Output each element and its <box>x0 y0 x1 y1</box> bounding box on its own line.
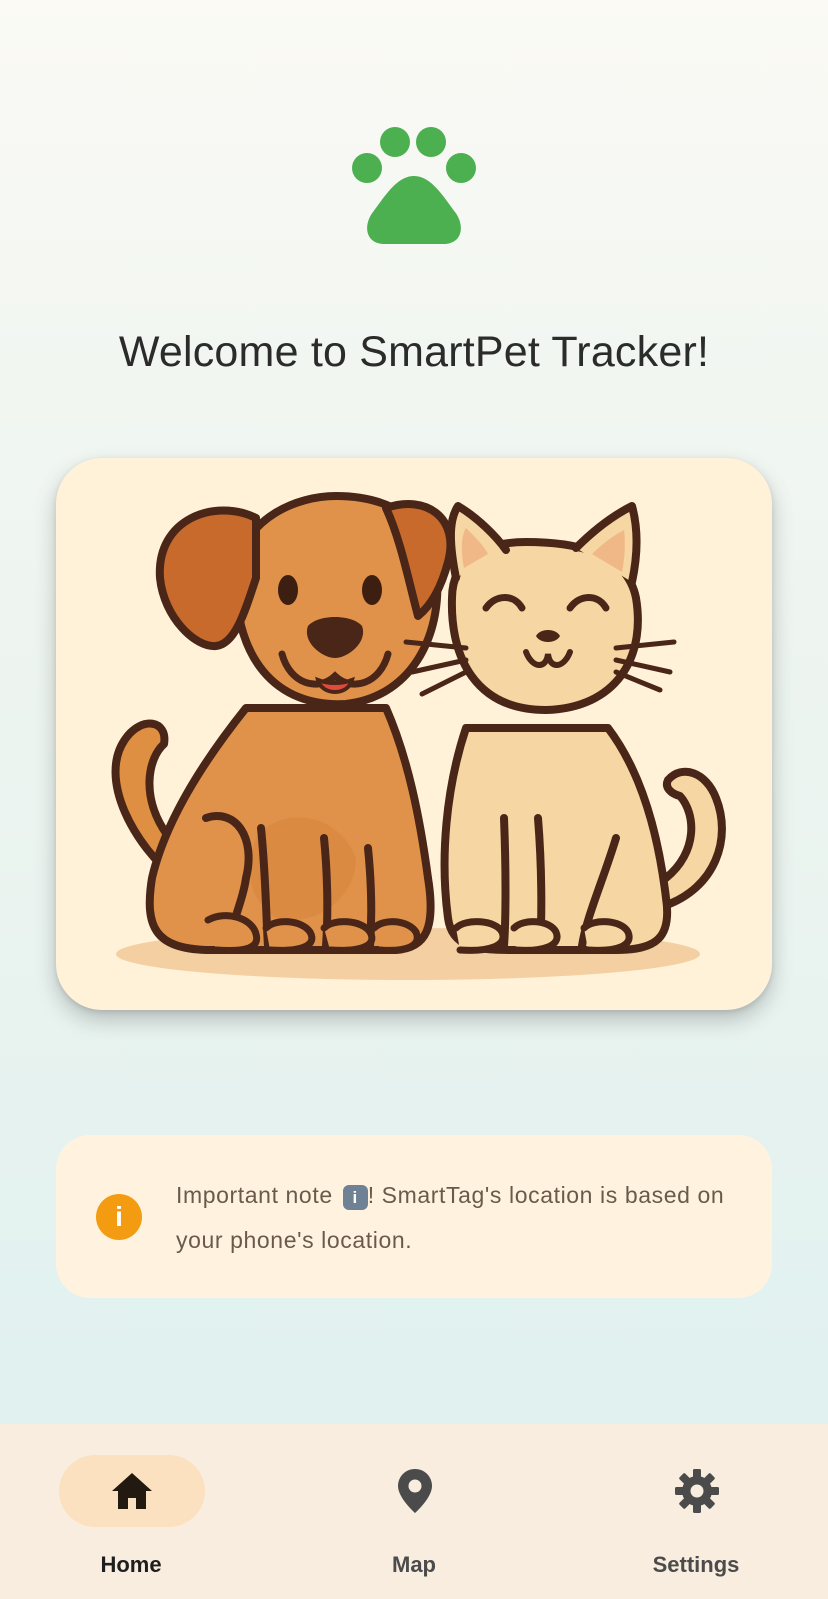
nav-label-settings: Settings <box>652 1552 740 1577</box>
nav-item-map[interactable]: Map <box>314 1424 514 1599</box>
dog-and-cat-illustration <box>111 492 726 980</box>
note-text-before: Important note <box>176 1182 340 1208</box>
info-icon: i <box>96 1194 142 1240</box>
gear-icon <box>675 1469 719 1513</box>
home-icon <box>112 1473 152 1509</box>
nav-label-home: Home <box>100 1552 162 1577</box>
nav-item-home[interactable]: Home <box>31 1424 231 1599</box>
map-pin-icon <box>398 1469 432 1513</box>
nav-label-map: Map <box>392 1552 436 1577</box>
pets-illustration-card <box>56 458 772 1010</box>
nav-item-settings[interactable]: Settings <box>596 1424 796 1599</box>
bottom-navigation: Home Map Settings <box>0 1424 828 1599</box>
page-title: Welcome to SmartPet Tracker! <box>118 328 710 376</box>
info-emoji-icon: i <box>342 1185 368 1210</box>
important-note-card: i Important note i! SmartTag's location … <box>56 1135 772 1298</box>
important-note-text: Important note i! SmartTag's location is… <box>176 1173 746 1263</box>
paw-icon <box>349 126 479 248</box>
